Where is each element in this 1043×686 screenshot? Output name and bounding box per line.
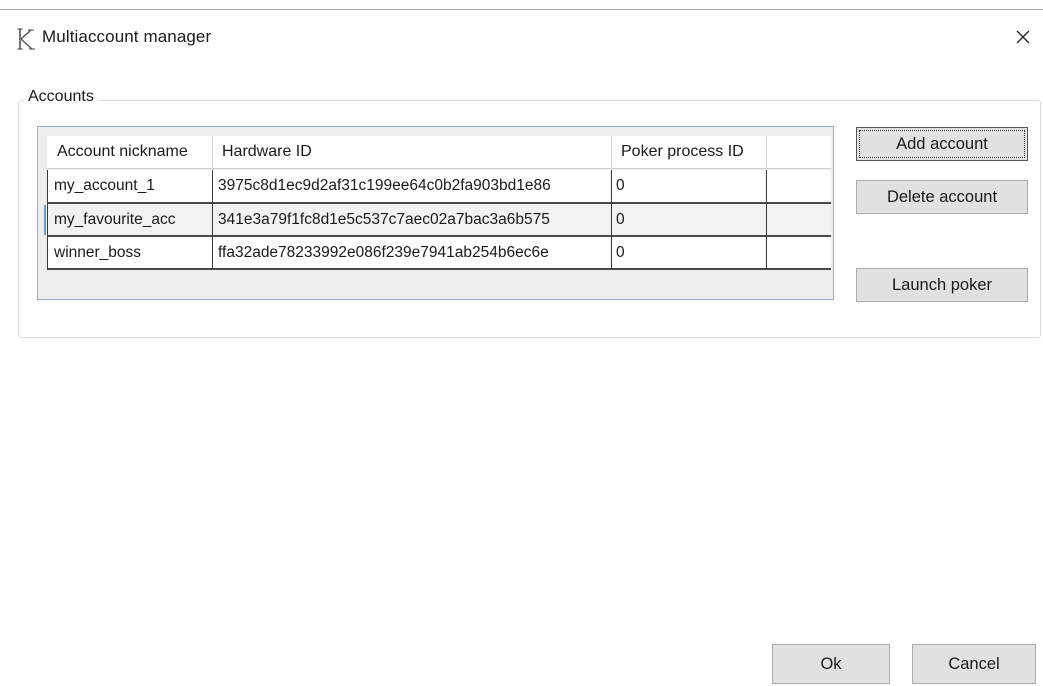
- cell-empty: [766, 204, 831, 236]
- table-row[interactable]: winner_boss ffa32ade78233992e086f239e794…: [47, 237, 831, 269]
- cell-process-id[interactable]: 0: [611, 170, 765, 202]
- accounts-group-title: Accounts: [24, 88, 98, 106]
- header-divider: [47, 168, 831, 169]
- title-bar: Multiaccount manager: [0, 10, 1043, 66]
- cell-border: [212, 170, 213, 270]
- cell-border: [47, 170, 48, 270]
- close-icon: [1015, 29, 1031, 50]
- ok-button[interactable]: Ok: [772, 644, 890, 684]
- row-selection-marker: [44, 205, 46, 235]
- column-header-nickname[interactable]: Account nickname: [57, 136, 188, 168]
- cell-nickname[interactable]: winner_boss: [47, 237, 212, 269]
- header-separator: [212, 136, 213, 168]
- column-header-hardware-id[interactable]: Hardware ID: [222, 136, 312, 168]
- delete-account-button[interactable]: Delete account: [856, 180, 1028, 214]
- table-row[interactable]: my_account_1 3975c8d1ec9d2af31c199ee64c0…: [47, 170, 831, 202]
- cancel-button[interactable]: Cancel: [912, 644, 1036, 684]
- cell-hardware-id[interactable]: ffa32ade78233992e086f239e7941ab254b6ec6e: [213, 237, 610, 269]
- table-row[interactable]: my_favourite_acc 341e3a79f1fc8d1e5c537c7…: [47, 204, 831, 236]
- cell-process-id[interactable]: 0: [611, 204, 765, 236]
- cell-nickname[interactable]: my_favourite_acc: [47, 204, 212, 236]
- window-title: Multiaccount manager: [42, 27, 212, 46]
- cell-empty: [766, 170, 831, 202]
- cell-hardware-id[interactable]: 341e3a79f1fc8d1e5c537c7aec02a7bac3a6b575: [213, 204, 610, 236]
- row-divider: [47, 268, 831, 270]
- launch-poker-button[interactable]: Launch poker: [856, 268, 1028, 302]
- cell-nickname[interactable]: my_account_1: [47, 170, 212, 202]
- k-logo-icon: [16, 27, 36, 51]
- header-separator: [766, 136, 767, 168]
- cell-border: [611, 170, 612, 270]
- add-account-button[interactable]: Add account: [856, 127, 1028, 161]
- multiaccount-manager-dialog: Multiaccount manager Accounts Account ni…: [0, 0, 1043, 686]
- cell-process-id[interactable]: 0: [611, 237, 765, 269]
- cell-border: [766, 170, 767, 270]
- close-button[interactable]: [1008, 26, 1038, 52]
- cell-empty: [766, 237, 831, 269]
- header-separator: [611, 136, 612, 168]
- cell-hardware-id[interactable]: 3975c8d1ec9d2af31c199ee64c0b2fa903bd1e86: [213, 170, 610, 202]
- column-header-process-id[interactable]: Poker process ID: [621, 136, 744, 168]
